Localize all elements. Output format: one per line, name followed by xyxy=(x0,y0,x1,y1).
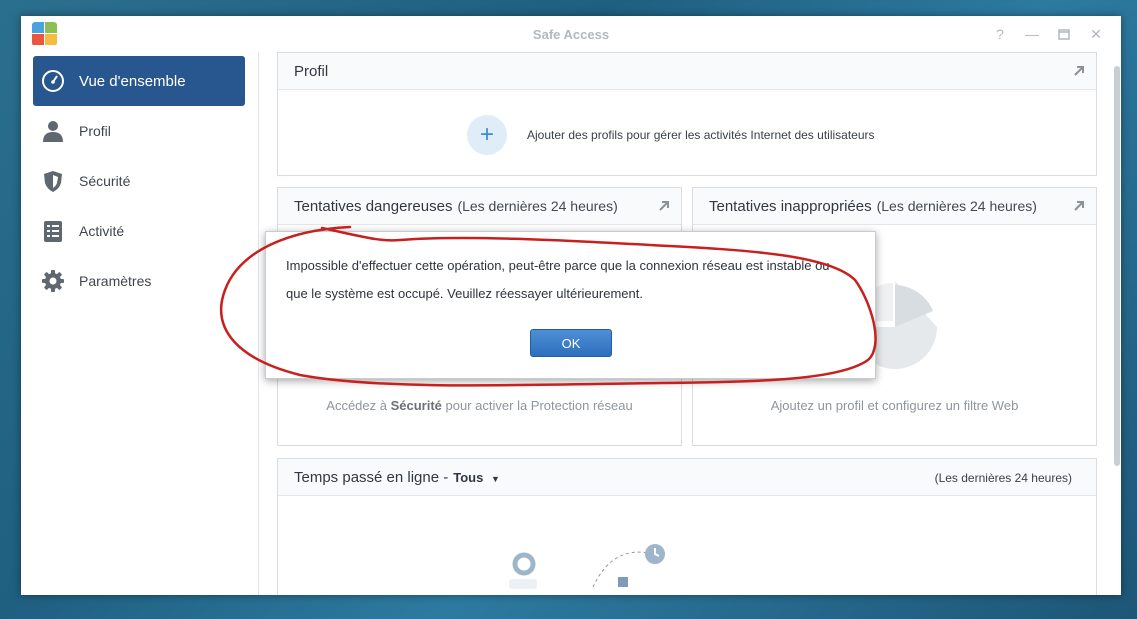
minimize-icon[interactable]: — xyxy=(1021,24,1043,44)
sidebar-item-profile[interactable]: Profil xyxy=(33,106,245,156)
dashboard-gauge-icon xyxy=(41,69,65,93)
filter-value: Tous xyxy=(453,469,484,485)
user-icon xyxy=(41,119,65,143)
shield-icon xyxy=(41,169,65,193)
panel-subtitle: (Les dernières 24 heures) xyxy=(876,198,1037,214)
sidebar-item-overview[interactable]: Vue d'ensemble xyxy=(33,56,245,106)
panel-title: Tentatives dangereuses xyxy=(294,197,453,215)
filter-dropdown[interactable]: Tous ▼ xyxy=(453,470,500,485)
close-icon[interactable]: ✕ xyxy=(1085,24,1107,44)
panel-header: Tentatives dangereuses (Les dernières 24… xyxy=(278,188,681,225)
profile-panel: Profil + Ajouter des profils pour gérer … xyxy=(277,52,1097,176)
sidebar-item-label: Activité xyxy=(79,223,125,239)
hint-suffix: pour activer la Protection réseau xyxy=(445,398,633,413)
time-online-panel: Temps passé en ligne - Tous ▼ (Les derni… xyxy=(277,458,1097,595)
maximize-icon[interactable] xyxy=(1053,24,1075,44)
sidebar-item-label: Sécurité xyxy=(79,173,131,189)
window-title: Safe Access xyxy=(532,27,610,42)
help-icon[interactable]: ? xyxy=(989,24,1011,44)
title-bar[interactable]: Safe Access ? — ✕ xyxy=(21,16,1121,52)
ok-button[interactable]: OK xyxy=(530,329,612,357)
add-profile-message: Ajouter des profils pour gérer les activ… xyxy=(527,128,875,142)
panel-title: Profil xyxy=(294,62,329,80)
activity-list-icon xyxy=(41,219,65,243)
expand-icon[interactable] xyxy=(1072,199,1086,213)
panel-header: Temps passé en ligne - Tous ▼ (Les derni… xyxy=(278,459,1096,496)
sidebar-item-label: Paramètres xyxy=(79,273,152,289)
security-link[interactable]: Sécurité xyxy=(391,398,442,413)
add-profile-button[interactable]: + xyxy=(467,115,507,155)
error-dialog: Impossible d'effectuer cette opération, … xyxy=(265,231,876,379)
sidebar-item-settings[interactable]: Paramètres xyxy=(33,256,245,306)
error-message: Impossible d'effectuer cette opération, … xyxy=(286,258,830,301)
gear-icon xyxy=(41,269,65,293)
sidebar: Vue d'ensemble Profil Sécurité Activité xyxy=(21,52,259,595)
expand-icon[interactable] xyxy=(657,199,671,213)
panel-title: Temps passé en ligne - xyxy=(294,468,449,486)
time-range: (Les dernières 24 heures) xyxy=(934,471,1072,485)
expand-icon[interactable] xyxy=(1072,64,1086,78)
panel-header: Tentatives inappropriées (Les dernières … xyxy=(693,188,1096,225)
hint-prefix: Accédez à xyxy=(326,398,387,413)
panel-title: Tentatives inappropriées xyxy=(709,197,872,215)
scrollbar[interactable] xyxy=(1114,66,1120,466)
security-hint: Accédez à Sécurité pour activer la Prote… xyxy=(278,398,681,413)
panel-header: Profil xyxy=(278,53,1096,90)
web-filter-hint: Ajoutez un profil et configurez un filtr… xyxy=(770,398,1019,413)
caret-down-icon: ▼ xyxy=(490,473,500,484)
sidebar-item-label: Vue d'ensemble xyxy=(79,72,186,90)
sidebar-item-activity[interactable]: Activité xyxy=(33,206,245,256)
panel-subtitle: (Les dernières 24 heures) xyxy=(457,198,618,214)
online-time-illustration xyxy=(509,544,665,589)
sidebar-item-security[interactable]: Sécurité xyxy=(33,156,245,206)
sidebar-item-label: Profil xyxy=(79,123,111,139)
